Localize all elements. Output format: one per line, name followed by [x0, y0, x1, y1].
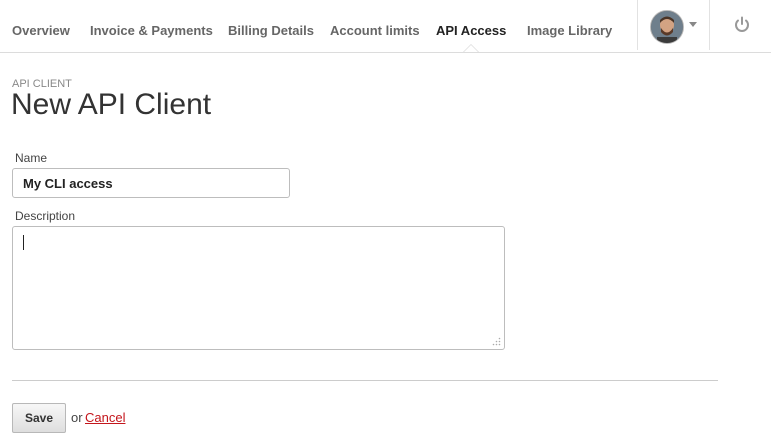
avatar-image — [651, 11, 683, 43]
resize-grip-icon[interactable] — [492, 337, 501, 346]
page-title: New API Client — [11, 88, 212, 121]
tab-image-library[interactable]: Image Library — [527, 0, 612, 52]
tab-overview[interactable]: Overview — [12, 0, 70, 52]
active-tab-indicator — [463, 44, 479, 52]
name-field[interactable] — [12, 168, 290, 198]
tab-invoice-payments[interactable]: Invoice & Payments — [90, 0, 213, 52]
tab-account-limits[interactable]: Account limits — [330, 0, 420, 52]
save-button[interactable]: Save — [12, 403, 66, 433]
nav-divider — [637, 0, 638, 50]
name-label: Name — [15, 151, 48, 165]
avatar[interactable] — [650, 10, 684, 44]
tab-billing-details[interactable]: Billing Details — [228, 0, 314, 52]
description-label: Description — [15, 209, 76, 223]
cancel-link[interactable]: Cancel — [85, 410, 125, 425]
description-field[interactable] — [12, 226, 505, 350]
text-cursor — [23, 235, 24, 250]
nav-divider — [709, 0, 710, 50]
or-text: or — [71, 410, 83, 425]
form-divider — [12, 380, 718, 381]
top-nav: Overview Invoice & Payments Billing Deta… — [0, 0, 771, 53]
chevron-down-icon[interactable] — [689, 22, 697, 27]
power-icon[interactable] — [732, 15, 752, 35]
